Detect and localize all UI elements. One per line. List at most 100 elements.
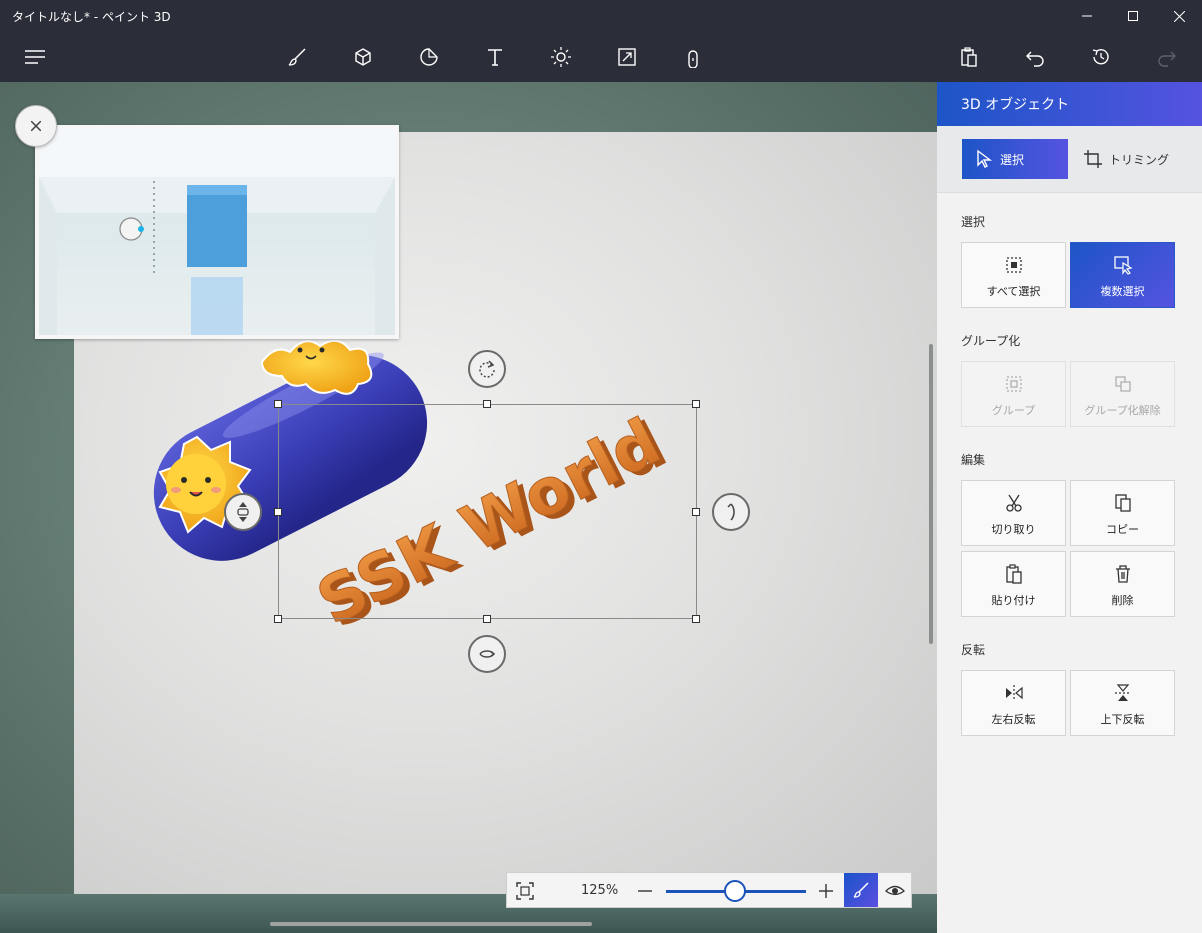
resize-handle-n[interactable] [483,400,491,408]
3d-shapes-icon [355,48,371,66]
undo-button[interactable] [1020,42,1050,72]
canvas-area[interactable]: SSK World SSK World 125% [0,82,937,933]
trash-icon [1116,565,1130,583]
menu-button[interactable] [20,42,50,72]
menu-icon [25,50,45,64]
cut-button[interactable]: 切り取り [961,480,1066,546]
close-window-button[interactable] [1156,0,1202,32]
side-view-preview[interactable] [35,125,399,339]
section-title-select: 選択 [961,215,986,229]
flip-horizontal-button[interactable]: 左右反転 [961,670,1066,736]
multi-select-button[interactable]: 複数選択 [1070,242,1175,308]
resize-handle-w[interactable] [274,508,282,516]
effects-icon [551,47,571,67]
trim-mode-label: トリミング [1109,153,1170,167]
brushes-button[interactable] [282,42,312,72]
flip-horizontal-label: 左右反転 [991,713,1036,726]
resize-handle-nw[interactable] [274,400,282,408]
flip-vertical-button[interactable]: 上下反転 [1070,670,1175,736]
ungroup-label: グループ化解除 [1084,404,1161,417]
group-icon [1006,376,1022,392]
paste-button[interactable]: 貼り付け [961,551,1066,617]
paste-toolbar-button[interactable] [954,42,984,72]
redo-icon [1158,51,1176,67]
panel-title: 3D オブジェクト [961,97,1070,113]
resize-handle-se[interactable] [692,615,700,623]
select-all-icon [1006,257,1022,273]
history-icon [1092,49,1109,65]
panel-divider [937,192,1202,193]
maximize-icon [1128,11,1138,21]
section-title-flip: 反転 [961,643,986,657]
brush-icon [853,882,869,898]
select-all-label: すべて選択 [986,285,1041,298]
resize-handle-e[interactable] [692,508,700,516]
canvas-button[interactable] [612,42,642,72]
horizontal-scrollbar[interactable] [270,922,592,926]
group-button[interactable]: グループ [961,361,1066,427]
title-bar: タイトルなし* - ペイント 3D [0,0,1202,32]
zoom-in-button[interactable] [816,881,836,901]
effects-button[interactable] [546,42,576,72]
resize-handle-s[interactable] [483,615,491,623]
sun-sticker[interactable] [260,339,373,395]
minus-icon [638,890,652,892]
preview-scene [39,129,395,335]
multi-select-label: 複数選択 [1100,285,1145,298]
close-icon [31,121,41,131]
3d-shapes-button[interactable] [348,42,378,72]
close-preview-button[interactable] [15,105,57,147]
rotate-x-handle[interactable] [468,635,506,673]
ungroup-button[interactable]: グループ化解除 [1070,361,1175,427]
crop-icon [1084,150,1102,168]
plus-icon [819,884,833,898]
zoom-slider-thumb[interactable] [724,880,746,902]
undo-icon [1026,51,1044,67]
main-toolbar [0,32,1202,82]
rotate-z-handle[interactable] [468,350,506,388]
resize-handle-sw[interactable] [274,615,282,623]
section-title-edit: 編集 [961,453,986,467]
move-depth-icon [237,502,249,522]
select-mode-button[interactable]: 選択 [962,139,1068,179]
panel-header: 3D オブジェクト [937,82,1202,126]
copy-icon [1115,494,1131,512]
cut-label: 切り取り [991,523,1036,536]
delete-button[interactable]: 削除 [1070,551,1175,617]
select-all-button[interactable]: すべて選択 [961,242,1066,308]
canvas-icon [618,48,636,66]
stickers-icon [420,48,438,66]
vertical-scrollbar[interactable] [929,344,933,644]
selection-box[interactable] [278,404,697,619]
text-button[interactable] [480,42,510,72]
fit-to-view-button[interactable] [515,881,535,901]
minimize-button[interactable] [1064,0,1110,32]
copy-button[interactable]: コピー [1070,480,1175,546]
preview-drawing [39,177,395,335]
eye-icon [885,885,905,896]
resize-handle-ne[interactable] [692,400,700,408]
3d-library-button[interactable] [678,42,708,72]
stickers-button[interactable] [414,42,444,72]
trim-mode-button[interactable]: トリミング [1071,139,1177,179]
maximize-button[interactable] [1110,0,1156,32]
fit-screen-icon [516,882,534,900]
redo-button[interactable] [1152,42,1182,72]
select-mode-label: 選択 [1000,153,1025,167]
flip-horizontal-icon [1006,685,1023,701]
view-mode-button[interactable] [885,881,905,901]
properties-panel: 3D オブジェクト 選択 トリミング 選択 すべて選択 複数選択 グループ化 グ… [937,82,1202,933]
section-title-group: グループ化 [961,334,1021,348]
mode-bar: 選択 トリミング [937,126,1202,192]
rotate-y-handle[interactable] [712,493,750,531]
move-z-handle[interactable] [224,493,262,531]
minimize-icon [1082,15,1092,17]
rotate-icon [479,360,495,378]
cursor-icon [977,149,993,168]
zoom-out-button[interactable] [635,881,655,901]
scissors-icon [1006,494,1022,512]
rotate-horizontal-icon [479,650,496,658]
3d-library-icon [688,50,698,68]
edit-mode-button[interactable] [844,873,878,907]
history-button[interactable] [1086,42,1116,72]
